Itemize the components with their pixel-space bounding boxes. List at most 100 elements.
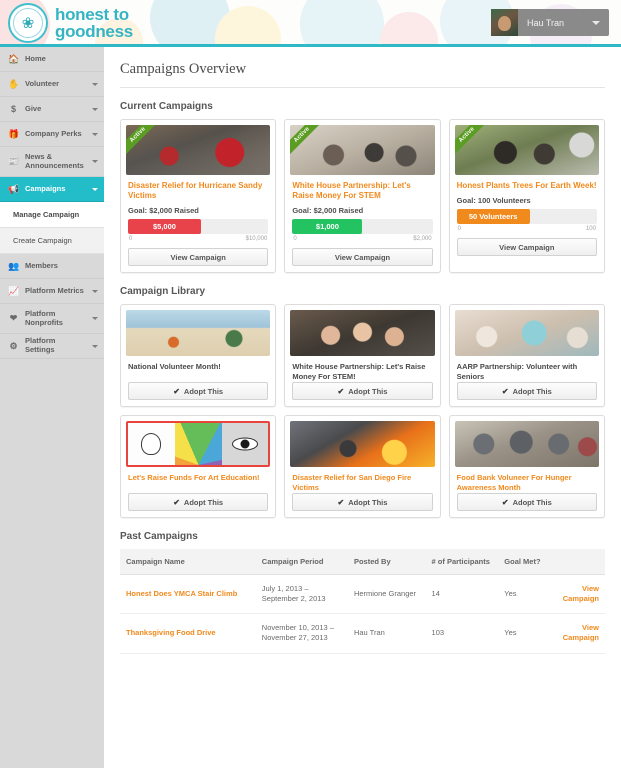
adopt-this-button[interactable]: ✔ Adopt This — [128, 382, 269, 401]
progress-value-label: $1,000 — [315, 222, 339, 232]
campaign-card[interactable]: Active Honest Plants Trees For Earth Wee… — [448, 119, 605, 274]
sidebar-item-label: Give — [25, 103, 42, 113]
adopt-this-button[interactable]: ✔ Adopt This — [292, 382, 433, 401]
sidebar-subitem-create-campaign[interactable]: Create Campaign — [0, 228, 104, 254]
sidebar-item-give[interactable]: $ Give — [0, 97, 104, 122]
library-card[interactable]: National Volunteer Month! ✔ Adopt This — [120, 304, 277, 408]
library-card-title: Disaster Relief for San Diego Fire Victi… — [292, 473, 412, 493]
campaign-goal-label: Goal: $2,000 Raised — [128, 206, 199, 216]
brand-logo[interactable]: ❀ honest to goodness — [8, 3, 133, 43]
library-card[interactable]: Let's Raise Funds For Art Education! ✔ A… — [120, 415, 277, 519]
sidebar-item-volunteer[interactable]: ✋ Volunteer — [0, 72, 104, 97]
user-menu[interactable]: Hau Tran — [491, 9, 609, 36]
news-icon: 📰 — [8, 156, 20, 166]
sidebar-subitem-label: Create Campaign — [13, 236, 72, 245]
view-campaign-link[interactable]: View Campaign — [551, 613, 605, 654]
campaign-library-row: Let's Raise Funds For Art Education! ✔ A… — [120, 415, 605, 519]
view-campaign-link[interactable]: View Campaign — [551, 574, 605, 615]
view-campaign-label: View Campaign — [499, 242, 555, 252]
campaign-card[interactable]: Active Disaster Relief for Hurricane San… — [120, 119, 277, 274]
adopt-this-button[interactable]: ✔ Adopt This — [456, 493, 597, 512]
sidebar-item-label: Platform Metrics — [25, 285, 84, 295]
brand-line-2: goodness — [55, 22, 133, 41]
progress-value-label: 50 Volunteers — [468, 212, 518, 222]
sidebar-item-news-announcements[interactable]: 📰 News & Announcements — [0, 147, 104, 177]
table-row[interactable]: Thanksgiving Food Drive November 10, 201… — [120, 613, 605, 654]
view-campaign-button[interactable]: View Campaign — [128, 248, 269, 267]
campaign-library-row: National Volunteer Month! ✔ Adopt This W… — [120, 304, 605, 408]
chevron-down-icon — [92, 132, 98, 136]
library-card[interactable]: White House Partnership: Let's Raise Mon… — [284, 304, 441, 408]
library-card[interactable]: Food Bank Voluneer For Hunger Awareness … — [448, 415, 605, 519]
sidebar-item-label: Volunteer — [25, 78, 60, 88]
sidebar-item-label: Platform Settings — [25, 336, 56, 354]
cell-campaign-name[interactable]: Thanksgiving Food Drive — [120, 613, 256, 654]
progress-bar: $5,000 — [128, 219, 269, 235]
adopt-this-label: Adopt This — [512, 386, 552, 396]
progress-bar-fill: 50 Volunteers — [456, 209, 530, 225]
sidebar-item-home[interactable]: 🏠 Home — [0, 47, 104, 72]
library-thumbnail — [454, 421, 599, 468]
heart-icon: ❤ — [9, 313, 18, 323]
column-header-campaign-period: Campaign Period — [255, 549, 348, 576]
campaign-card[interactable]: Active White House Partnership: Let's Ra… — [284, 119, 441, 274]
check-icon: ✔ — [501, 497, 509, 507]
scale-min: 0 — [457, 226, 461, 233]
library-card[interactable]: Disaster Relief for San Diego Fire Victi… — [284, 415, 441, 519]
sidebar-item-label: Home — [25, 53, 46, 63]
cell-participants: 14 — [425, 574, 499, 615]
adopt-this-label: Adopt This — [512, 497, 552, 507]
gear-icon: ⚙ — [9, 340, 18, 351]
sidebar-item-platform-settings[interactable]: ⚙ Platform Settings — [0, 334, 104, 359]
progress-bar: $1,000 — [292, 219, 433, 235]
sidebar-item-campaigns[interactable]: 📢 Campaigns — [0, 177, 104, 202]
adopt-this-label: Adopt This — [348, 386, 388, 396]
dollar-icon: $ — [10, 104, 16, 114]
cell-campaign-period: July 1, 2013 – September 2, 2013 — [255, 574, 348, 615]
check-icon: ✔ — [337, 497, 345, 507]
home-icon: 🏠 — [8, 53, 20, 64]
sidebar-item-label: News & Announcements — [25, 151, 84, 170]
view-campaign-label: View Campaign — [334, 252, 391, 262]
campaign-thumbnail: Active — [290, 125, 435, 175]
library-card-title: White House Partnership: Let's Raise Mon… — [292, 362, 426, 382]
chevron-down-icon — [92, 344, 98, 348]
adopt-this-button[interactable]: ✔ Adopt This — [292, 493, 433, 512]
adopt-this-button[interactable]: ✔ Adopt This — [456, 382, 597, 401]
sidebar-item-platform-metrics[interactable]: 📈 Platform Metrics — [0, 279, 104, 304]
sidebar-item-platform-nonprofits[interactable]: ❤ Platform Nonprofits — [0, 304, 104, 334]
progress-bar-fill: $5,000 — [128, 219, 201, 235]
column-header-participants: # of Participants — [425, 549, 499, 576]
library-card-title: Food Bank Voluneer For Hunger Awareness … — [456, 473, 572, 493]
view-campaign-button[interactable]: View Campaign — [292, 248, 433, 267]
cell-goal-met: Yes — [498, 574, 552, 615]
library-thumbnail — [454, 310, 599, 357]
sidebar-subitem-manage-campaign[interactable]: Manage Campaign — [0, 202, 104, 228]
view-campaign-button[interactable]: View Campaign — [456, 238, 597, 257]
progress-scale: 0 $10,000 — [129, 236, 267, 242]
sidebar-item-label: Platform Nonprofits — [25, 308, 63, 327]
page-title: Campaigns Overview — [120, 61, 605, 88]
scale-min: 0 — [293, 236, 297, 243]
column-header-posted-by: Posted By — [347, 549, 426, 576]
scale-min: 0 — [129, 236, 133, 243]
sidebar: 🏠 Home ✋ Volunteer $ Give 🎁 Company Perk… — [0, 47, 104, 768]
chevron-down-icon — [92, 82, 98, 86]
adopt-this-button[interactable]: ✔ Adopt This — [128, 493, 269, 512]
library-card[interactable]: AARP Partnership: Volunteer with Seniors… — [448, 304, 605, 408]
hand-icon: ✋ — [8, 78, 20, 89]
sidebar-item-company-perks[interactable]: 🎁 Company Perks — [0, 122, 104, 147]
chevron-down-icon — [92, 289, 98, 293]
column-header-campaign-name: Campaign Name — [120, 549, 256, 576]
check-icon: ✔ — [173, 386, 180, 396]
cell-posted-by: Hau Tran — [347, 613, 426, 654]
members-icon: 👥 — [8, 260, 20, 271]
campaign-thumbnail: Active — [126, 125, 271, 175]
library-thumbnail — [126, 310, 271, 357]
sidebar-item-label: Members — [25, 260, 58, 270]
scale-max: $2,000 — [413, 236, 432, 243]
cell-campaign-name[interactable]: Honest Does YMCA Stair Climb — [120, 574, 256, 615]
table-row[interactable]: Honest Does YMCA Stair Climb July 1, 201… — [120, 574, 605, 615]
chevron-down-icon — [92, 107, 98, 111]
sidebar-item-members[interactable]: 👥 Members — [0, 254, 104, 279]
